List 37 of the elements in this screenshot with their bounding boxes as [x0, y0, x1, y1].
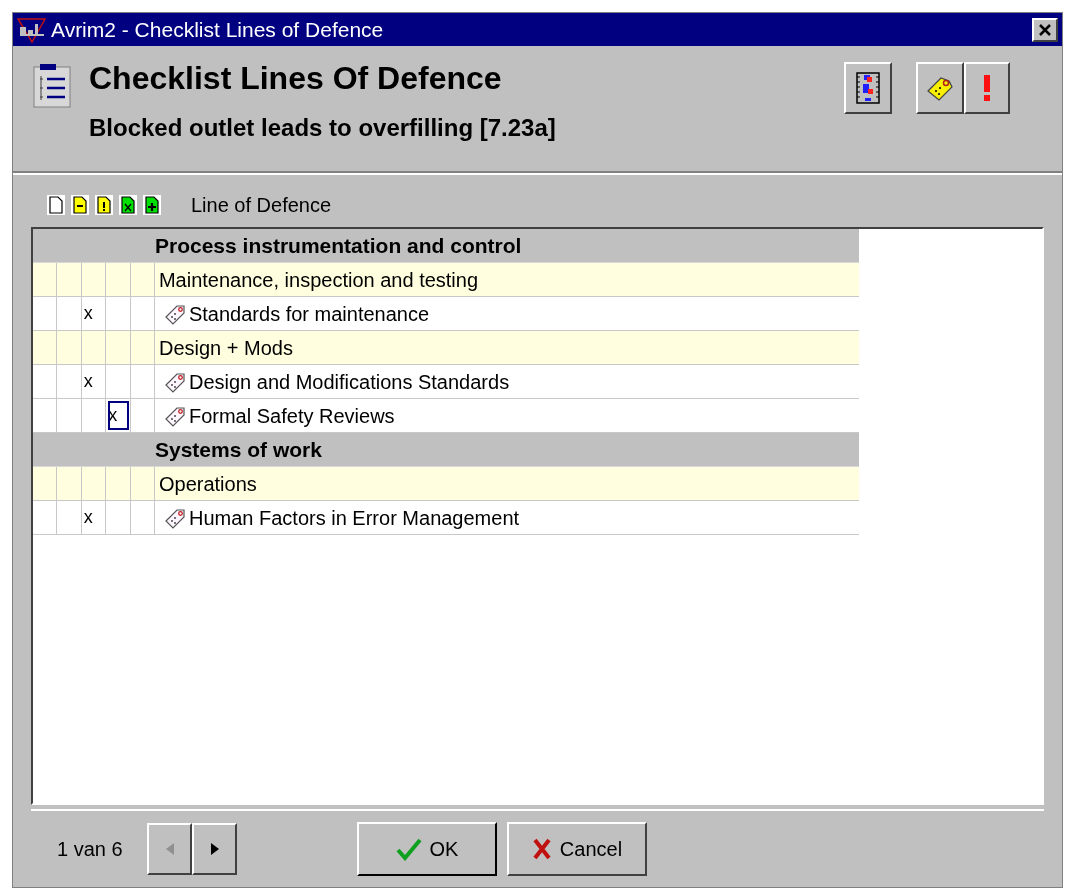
item-label[interactable]: Design and Modifications Standards	[188, 366, 510, 397]
window-title: Avrim2 - Checklist Lines of Defence	[51, 16, 385, 43]
check-icon	[395, 837, 422, 861]
cross-icon	[531, 837, 552, 861]
document-exclamation-icon[interactable]	[95, 195, 113, 215]
document-plus-icon[interactable]	[143, 195, 161, 215]
app-logo-icon	[17, 16, 47, 43]
document-minus-icon[interactable]	[71, 195, 89, 215]
exclamation-icon	[983, 75, 991, 102]
group-label: Systems of work	[155, 436, 322, 463]
left-triangle-icon	[164, 843, 175, 855]
item-label[interactable]: Formal Safety Reviews	[188, 400, 395, 431]
ok-button[interactable]: OK	[357, 822, 497, 876]
group-label: Process instrumentation and control	[155, 232, 522, 259]
document-x-icon[interactable]	[119, 195, 137, 215]
grid-heading: Line of Defence	[191, 193, 332, 218]
check-cell[interactable]: x	[81, 365, 107, 398]
page-counter: 1 van 6	[57, 837, 124, 862]
check-cell[interactable]: x	[81, 501, 107, 534]
film-icon	[854, 71, 882, 106]
checklist-icon	[33, 62, 73, 109]
right-triangle-icon	[209, 843, 220, 855]
new-document-icon[interactable]	[47, 195, 65, 215]
close-button[interactable]	[1032, 17, 1058, 42]
alert-button[interactable]	[964, 62, 1010, 115]
film-button[interactable]	[844, 62, 892, 115]
dialog-title: Checklist Lines Of Defence	[89, 59, 503, 99]
close-icon	[1039, 23, 1051, 36]
subgroup-label[interactable]: Operations	[154, 467, 257, 500]
cancel-button[interactable]: Cancel	[507, 822, 647, 876]
check-cell[interactable]: x	[81, 297, 107, 330]
tag-button[interactable]	[916, 62, 964, 115]
next-button[interactable]	[192, 823, 237, 875]
dialog-subtitle: Blocked outlet leads to overfilling [7.23a]	[89, 113, 556, 144]
subgroup-label[interactable]: Design + Mods	[154, 331, 293, 364]
item-label[interactable]: Human Factors in Error Management	[188, 502, 520, 533]
item-label[interactable]: Standards for maintenance	[188, 298, 430, 329]
